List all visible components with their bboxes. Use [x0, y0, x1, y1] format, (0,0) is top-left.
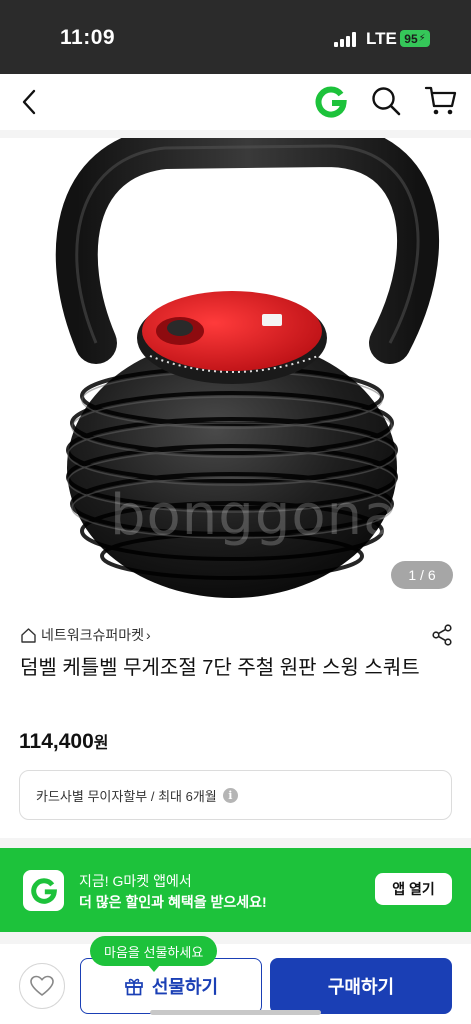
image-counter: 1 / 6: [391, 561, 453, 589]
share-button[interactable]: [431, 624, 453, 646]
home-indicator: [150, 1010, 321, 1015]
watermark-text: bonggonam: [110, 483, 455, 548]
heart-icon: [30, 975, 54, 996]
g-logo-icon: [315, 86, 347, 118]
installment-text: 카드사별 무이자할부 / 최대 6개월: [36, 788, 217, 804]
gift-button[interactable]: 선물하기: [80, 958, 262, 1014]
g-logo-icon: [30, 877, 57, 904]
bottom-divider: [0, 932, 471, 944]
banner-logo: [23, 870, 64, 911]
battery-icon: 95 ⚡: [400, 30, 430, 47]
share-icon: [432, 624, 452, 646]
product-title: 덤벨 케틀벨 무게조절 7단 주철 원판 스윙 스쿼트: [20, 657, 420, 679]
like-button[interactable]: [19, 963, 65, 1009]
installment-info[interactable]: 카드사별 무이자할부 / 최대 6개월 i: [19, 770, 452, 820]
store-name: 네트워크슈퍼마켓: [41, 627, 145, 643]
gift-icon: [125, 978, 143, 996]
banner-text-1: 지금! G마켓 앱에서: [79, 873, 192, 889]
open-app-button[interactable]: 앱 열기: [375, 873, 452, 905]
status-time: 11:09: [60, 26, 116, 49]
top-nav: [0, 74, 471, 130]
product-detail-page: 11:09 LTE 95 ⚡ bonggonam 1 / 6 네트워크슈퍼마켓 …: [0, 0, 471, 1024]
chevron-left-icon: [22, 89, 36, 115]
bottom-action-bar: 마음을 선물하세요 선물하기 구매하기: [0, 936, 471, 1024]
back-button[interactable]: [14, 86, 44, 118]
cart-button[interactable]: [424, 85, 458, 117]
network-type: LTE: [366, 29, 397, 48]
price-unit: 원: [93, 735, 109, 752]
status-bar: 11:09 LTE 95 ⚡: [0, 0, 471, 74]
buy-button[interactable]: 구매하기: [270, 958, 452, 1014]
banner-text-2: 더 많은 할인과 혜택을 받으세요!: [79, 894, 267, 910]
signal-icon: [334, 31, 358, 47]
store-link[interactable]: 네트워크슈퍼마켓 ›: [20, 624, 151, 646]
chevron-right-icon: ›: [146, 627, 151, 643]
cart-icon: [424, 86, 457, 115]
nav-divider: [0, 130, 471, 138]
section-divider: [0, 838, 471, 848]
gift-label: 선물하기: [151, 977, 219, 997]
price-value: 114,400: [19, 730, 94, 753]
price: 114,400원: [19, 729, 109, 754]
gmarket-logo[interactable]: [314, 85, 348, 119]
product-image-carousel[interactable]: bonggonam 1 / 6: [0, 138, 471, 606]
gift-tooltip: 마음을 선물하세요: [90, 936, 218, 972]
info-icon[interactable]: i: [222, 787, 238, 803]
battery-level: 95: [404, 31, 418, 46]
search-button[interactable]: [370, 85, 402, 117]
home-icon: [21, 627, 36, 643]
search-icon: [372, 87, 401, 116]
app-banner: 지금! G마켓 앱에서 더 많은 할인과 혜택을 받으세요! 앱 열기: [0, 848, 471, 932]
